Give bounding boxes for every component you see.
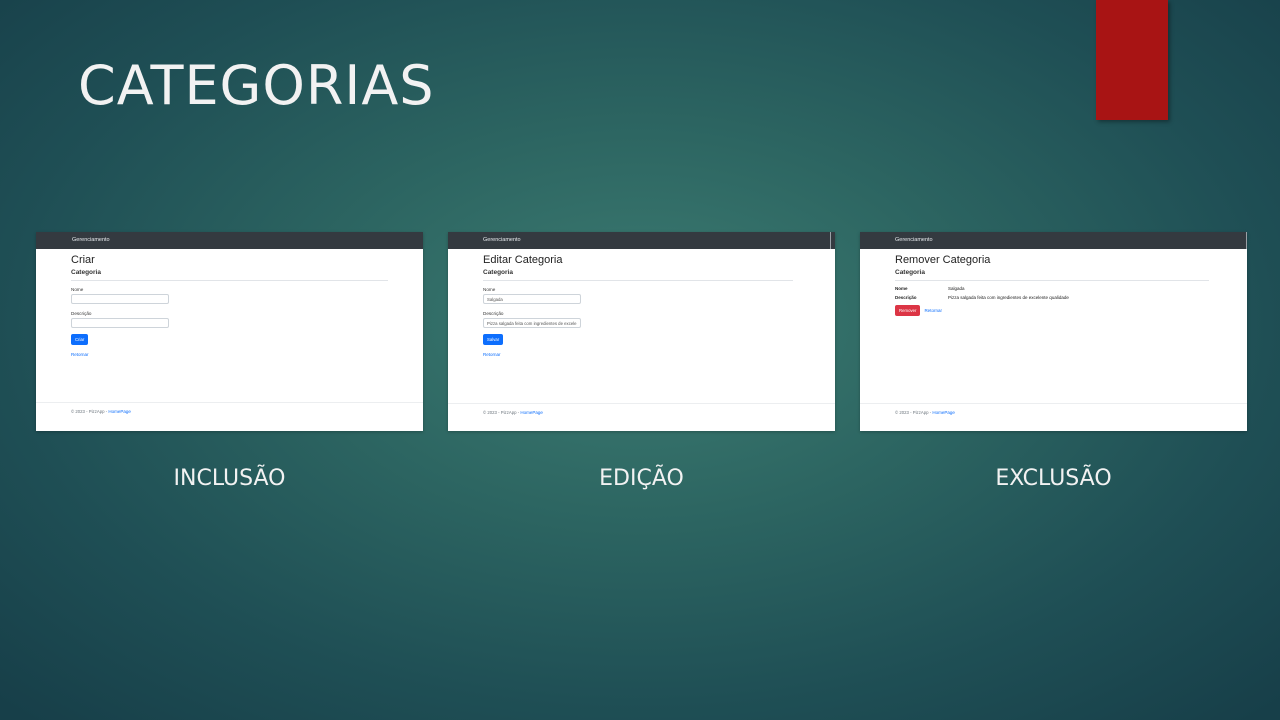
detail-row-description: Descrição Pizza salgada feita com ingred… <box>895 295 1247 300</box>
detail-term: Nome <box>895 286 908 291</box>
name-input[interactable] <box>71 294 169 304</box>
back-link[interactable]: Retornar <box>924 308 942 313</box>
homepage-link[interactable]: HomePage <box>932 410 955 415</box>
back-link[interactable]: Retornar <box>71 352 423 357</box>
save-button[interactable]: Salvar <box>483 334 504 345</box>
remove-button[interactable]: Remover <box>895 305 921 316</box>
caption-edicao: EDIÇÃO <box>599 466 684 491</box>
caption-inclusao: INCLUSÃO <box>173 466 286 491</box>
name-label: Nome <box>71 287 84 292</box>
navbar-brand[interactable]: Gerenciamento <box>860 232 1247 249</box>
screenshot-delete: Gerenciamento Remover Categoria Categori… <box>860 232 1247 431</box>
accent-bar <box>1096 0 1168 120</box>
footer-text: © 2023 - PizzApp - <box>895 410 933 415</box>
detail-row-name: Nome Salgada <box>895 286 1247 291</box>
description-label: Descrição <box>483 311 504 316</box>
description-input[interactable] <box>71 318 169 328</box>
page-heading: Remover Categoria <box>895 254 991 266</box>
page-subheading: Categoria <box>895 269 925 276</box>
description-label: Descrição <box>71 311 92 316</box>
action-row: Remover Retornar <box>895 305 1247 316</box>
footer: © 2023 - PizzApp - HomePage <box>860 403 1247 415</box>
create-button[interactable]: Criar <box>71 334 89 345</box>
window-edge <box>1246 232 1247 249</box>
page-subheading: Categoria <box>71 269 101 276</box>
screenshot-edit: Gerenciamento Editar Categoria Categoria… <box>448 232 835 431</box>
footer-text: © 2023 - PizzApp - <box>71 409 109 414</box>
divider <box>71 280 388 281</box>
page-heading: Editar Categoria <box>483 254 563 266</box>
divider <box>895 280 1209 281</box>
detail-value: Pizza salgada feita com ingredientes de … <box>948 295 1069 300</box>
footer: © 2023 - PizzApp - HomePage <box>448 403 835 415</box>
caption-exclusao: EXCLUSÃO <box>995 466 1112 491</box>
page-heading: Criar <box>71 254 95 266</box>
navbar-brand[interactable]: Gerenciamento <box>36 232 423 249</box>
detail-value: Salgada <box>948 286 965 291</box>
footer-text: © 2023 - PizzApp - <box>483 410 521 415</box>
navbar-brand[interactable]: Gerenciamento <box>448 232 835 249</box>
description-input[interactable]: Pizza salgada feita com ingredientes de … <box>483 318 581 328</box>
back-link[interactable]: Retornar <box>483 352 835 357</box>
footer: © 2023 - PizzApp - HomePage <box>36 402 423 414</box>
name-input[interactable]: Salgada <box>483 294 581 304</box>
detail-term: Descrição <box>895 295 917 300</box>
page-subheading: Categoria <box>483 269 513 276</box>
window-edge <box>830 232 831 249</box>
homepage-link[interactable]: HomePage <box>520 410 543 415</box>
homepage-link[interactable]: HomePage <box>108 409 131 414</box>
slide-title: CATEGORIAS <box>78 54 435 117</box>
screenshot-create: Gerenciamento Criar Categoria Nome Descr… <box>36 232 423 431</box>
name-label: Nome <box>483 287 496 292</box>
divider <box>483 280 793 281</box>
